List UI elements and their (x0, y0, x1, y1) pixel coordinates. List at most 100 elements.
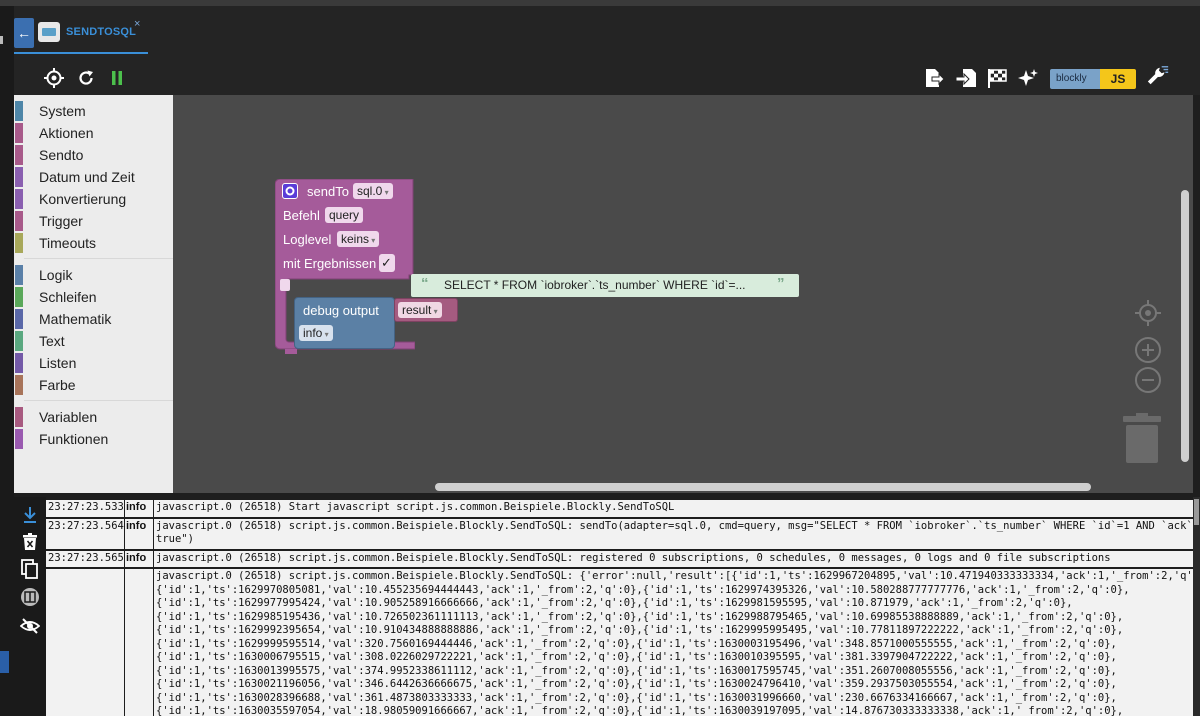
log-table: 23:27:23.533 info javascript.0 (26518) Sta… (46, 497, 1193, 716)
scroll-down-icon[interactable] (18, 503, 42, 527)
sendto-label: sendTo (307, 184, 349, 199)
log-message-line: {'id':1,'ts':1629999595514,'val':320.756… (156, 637, 1117, 650)
log-message: javascript.0 (26518) script.js.common.Be… (154, 518, 1193, 549)
category-color-bar (15, 287, 23, 307)
log-level: info (125, 500, 153, 517)
center-target-icon[interactable] (1135, 300, 1161, 326)
blockly-editor-window: ← SENDTOSQL × blockly JS System Aktionen… (0, 0, 1200, 716)
loglevel-label: Loglevel (283, 232, 332, 247)
log-time: 23:27:23.565 (46, 550, 124, 567)
toolbox-category-variablen[interactable]: Variablen (14, 407, 173, 427)
log-message-line: true") (156, 533, 194, 545)
toolbox-category-konvertierung[interactable]: Konvertierung (14, 189, 173, 209)
toggle-layout-icon[interactable] (18, 585, 42, 609)
toolbox-category-mathematik[interactable]: Mathematik (14, 309, 173, 329)
results-label: mit Ergebnissen (283, 256, 377, 271)
log-scrollbar[interactable] (1193, 497, 1200, 716)
sql-query-text[interactable]: SELECT * FROM `iobroker`.`ts_number` WHE… (444, 278, 746, 292)
workspace-vertical-scrollbar[interactable] (1181, 190, 1189, 462)
log-message-line: {'id':1,'ts':1629977995424,'val':10.9052… (156, 597, 1073, 609)
log-time: 23:27:23.533 (46, 500, 124, 517)
pause-icon[interactable] (105, 66, 129, 90)
befehl-input[interactable]: query (325, 207, 364, 223)
toolbox-category-funktionen[interactable]: Funktionen (14, 429, 173, 449)
zoom-in-icon[interactable] (1135, 337, 1161, 363)
category-label: Trigger (39, 213, 83, 229)
refresh-icon[interactable] (74, 66, 98, 90)
log-message: javascript.0 (26518) script.js.common.Be… (154, 550, 1193, 567)
zoom-out-icon[interactable] (1135, 367, 1161, 393)
log-row: 23:27:23.565 info javascript.0 (26518) scr… (46, 550, 1193, 567)
checkered-flag-icon[interactable] (985, 66, 1009, 90)
tab-sendtosql[interactable]: ← SENDTOSQL × (14, 16, 148, 58)
category-label: Timeouts (39, 235, 97, 251)
arrow-left-icon[interactable]: ← (14, 18, 34, 48)
toolbox-category-timeouts[interactable]: Timeouts (14, 233, 173, 253)
log-toolbar (14, 497, 46, 716)
toolbox-category-listen[interactable]: Listen (14, 353, 173, 373)
log-message-line: {'id':1,'ts':1629970805081,'val':10.4552… (156, 583, 1130, 596)
log-time: 23:27:23.564 (46, 518, 124, 549)
sql-text-block[interactable]: “ SELECT * FROM `iobroker`.`ts_number` W… (411, 274, 799, 297)
toolbox-category-system[interactable]: System (14, 101, 173, 121)
log-message-line: javascript.0 (26518) script.js.common.Be… (156, 519, 1193, 532)
workspace-horizontal-scrollbar[interactable] (435, 483, 1091, 491)
hide-icon[interactable] (18, 614, 42, 638)
debug-level-dropdown[interactable]: info (299, 325, 333, 341)
toolbox-category-farbe[interactable]: Farbe (14, 375, 173, 395)
target-icon[interactable] (42, 66, 66, 90)
blockly-toolbox: System Aktionen Sendto Datum und Zeit Konver… (14, 95, 173, 493)
blockly-workspace[interactable]: sendTo sql.0 Befehl query Loglevel keins… (173, 95, 1193, 493)
toolbox-category-logik[interactable]: Logik (14, 265, 173, 285)
close-icon[interactable]: × (134, 18, 140, 30)
category-color-bar (15, 407, 23, 427)
result-variable-dropdown[interactable]: result (398, 302, 442, 318)
toolbox-category-aktionen[interactable]: Aktionen (14, 123, 173, 143)
instance-dropdown[interactable]: sql.0 (353, 183, 393, 199)
loglevel-dropdown[interactable]: keins (337, 231, 380, 247)
script-logo-icon (38, 22, 60, 42)
wrench-icon[interactable] (1146, 64, 1170, 88)
category-label: System (39, 103, 86, 119)
left-edge-panel (0, 6, 14, 716)
copy-icon[interactable] (18, 557, 42, 581)
log-message-line: {'id':1,'ts':1630006795515,'val':308.022… (156, 651, 1117, 663)
sparkles-icon[interactable] (1016, 66, 1040, 90)
log-message: javascript.0 (26518) script.js.common.Be… (154, 569, 1193, 716)
toolbox-category-schleifen[interactable]: Schleifen (14, 287, 173, 307)
debug-output-block[interactable]: debug output info (294, 297, 395, 349)
trash-icon[interactable] (1123, 413, 1161, 465)
clear-log-icon[interactable] (18, 530, 42, 554)
log-message-line: javascript.0 (26518) script.js.common.Be… (156, 570, 1193, 582)
toolbox-category-sendto[interactable]: Sendto (14, 145, 173, 165)
debug-output-label: debug output (303, 303, 379, 318)
header: ← SENDTOSQL × blockly JS (14, 6, 1200, 95)
import-icon[interactable] (954, 66, 978, 90)
blockly-label: blockly (1050, 69, 1100, 89)
log-scrollbar-thumb[interactable] (1194, 499, 1199, 525)
toolbox-category-trigger[interactable]: Trigger (14, 211, 173, 231)
category-label: Aktionen (39, 125, 94, 141)
export-icon[interactable] (922, 66, 946, 90)
result-variable-block[interactable]: result (394, 298, 458, 322)
log-level: info (125, 518, 153, 549)
log-time (46, 569, 124, 716)
befehl-label: Befehl (283, 208, 320, 223)
category-label: Funktionen (39, 431, 109, 447)
category-color-bar (15, 167, 23, 187)
toolbox-category-text[interactable]: Text (14, 331, 173, 351)
blockly-js-logo: blockly JS (1050, 69, 1136, 89)
left-edge-marker (0, 36, 3, 44)
toolbox-category-datum-und-zeit[interactable]: Datum und Zeit (14, 167, 173, 187)
category-color-bar (15, 123, 23, 143)
log-message-line: {'id':1,'ts':1629985195436,'val':10.7265… (156, 610, 1124, 623)
log-row: 23:27:23.564 info javascript.0 (26518) scr… (46, 518, 1193, 549)
category-color-bar (15, 375, 23, 395)
category-color-bar (15, 233, 23, 253)
results-checkbox[interactable]: ✓ (379, 254, 395, 272)
category-color-bar (15, 189, 23, 209)
gear-icon (282, 183, 298, 199)
toolbox-separator (24, 258, 173, 259)
category-color-bar (15, 145, 23, 165)
log-message-line: javascript.0 (26518) Start javascript sc… (156, 501, 675, 513)
